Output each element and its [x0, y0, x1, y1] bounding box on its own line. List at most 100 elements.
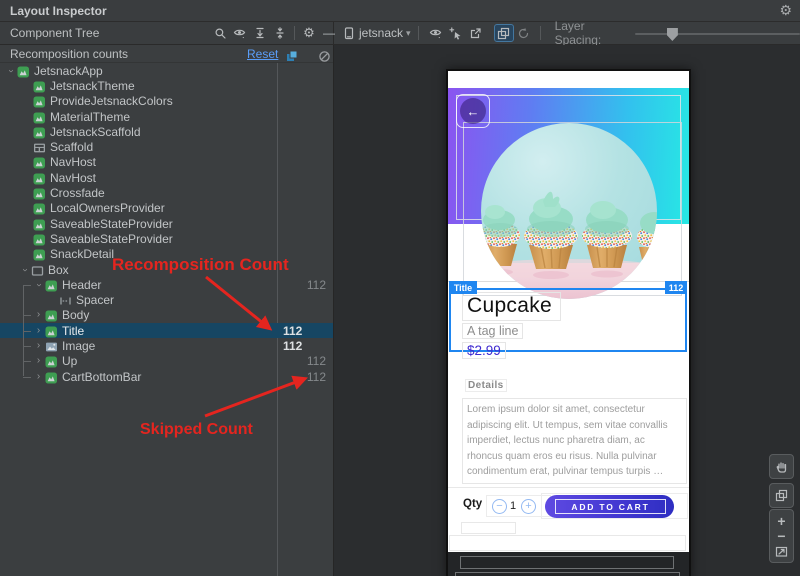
expand-all-icon[interactable]: [250, 24, 270, 42]
tree-item-jetsnacktheme[interactable]: JetsnackTheme: [0, 78, 334, 93]
skipped-count: 112: [307, 278, 326, 292]
process-selector[interactable]: jetsnack ▾: [342, 24, 411, 42]
toolbar-separator: [418, 26, 419, 40]
tree-item-cartbottombar[interactable]: ›CartBottomBar112: [0, 369, 334, 384]
tree-guide-tick: [23, 361, 31, 362]
details-label[interactable]: Details: [465, 379, 507, 392]
chevron-right-icon[interactable]: ›: [32, 310, 45, 320]
tree-item-title[interactable]: ›Title112: [0, 323, 334, 338]
spacer-icon: [59, 294, 72, 306]
tree-item-label: Body: [62, 308, 89, 322]
layout-bound: [455, 572, 680, 576]
chevron-down-icon: ▾: [406, 28, 411, 39]
device-screenshot[interactable]: ← Title 112 Cupcake A tag line $2.99 Det…: [446, 69, 691, 576]
tree-item-spacer[interactable]: Spacer: [0, 292, 334, 307]
tree-item-jetsnackapp[interactable]: ›JetsnackApp: [0, 63, 334, 78]
tree-item-materialtheme[interactable]: MaterialTheme: [0, 109, 334, 124]
chevron-right-icon[interactable]: ›: [32, 326, 45, 336]
qty-label: Qty: [463, 498, 482, 510]
visibility-options-icon[interactable]: [426, 24, 446, 42]
compose-icon: [33, 80, 46, 92]
tree-item-localownersprovider[interactable]: LocalOwnersProvider: [0, 201, 334, 216]
tree-item-crossfade[interactable]: Crossfade: [0, 185, 334, 200]
selected-component-badge: Title: [449, 281, 477, 294]
back-arrow-icon[interactable]: ←: [460, 98, 486, 124]
qty-minus-button[interactable]: −: [492, 499, 507, 514]
chevron-down-icon[interactable]: ›: [34, 278, 44, 291]
skipped-count: 112: [307, 354, 326, 368]
pick-component-icon[interactable]: [446, 24, 466, 42]
tree-item-jetsnackscaffold[interactable]: JetsnackScaffold: [0, 124, 334, 139]
gear-icon[interactable]: ⚙: [779, 2, 792, 19]
3d-layers-icon[interactable]: [769, 483, 794, 508]
tree-item-up[interactable]: ›Up112: [0, 354, 334, 369]
tree-item-body[interactable]: › Body: [0, 308, 334, 323]
compose-icon: [33, 187, 46, 199]
snack-price[interactable]: $2.99: [462, 342, 506, 359]
tree-item-label: Image: [62, 339, 95, 353]
details-text[interactable]: Lorem ipsum dolor sit amet, consectetur …: [462, 398, 687, 484]
tree-item-label: NavHost: [50, 171, 96, 185]
zoom-out-icon[interactable]: −: [770, 528, 793, 543]
pan-hand-icon[interactable]: [769, 454, 794, 479]
compose-icon: [33, 218, 46, 230]
tree-item-header[interactable]: ›Header112: [0, 277, 334, 292]
recomposition-count: 112: [283, 339, 302, 353]
tree-item-label: SaveableStateProvider: [50, 217, 173, 231]
tree-guide-tick: [23, 315, 31, 316]
export-snapshot-icon[interactable]: [466, 24, 486, 42]
tree-item-scaffold[interactable]: Scaffold: [0, 139, 334, 154]
recomposition-counts-header: Recomposition counts Reset: [0, 45, 333, 63]
tree-item-label: Spacer: [76, 293, 114, 307]
chevron-down-icon[interactable]: ›: [20, 263, 30, 276]
qty-plus-button[interactable]: +: [521, 499, 536, 514]
slider-handle[interactable]: [667, 28, 678, 41]
snack-tagline[interactable]: A tag line: [462, 323, 523, 339]
annotation-skipped-count: Skipped Count: [140, 421, 253, 439]
tree-item-navhost[interactable]: NavHost: [0, 170, 334, 185]
tree-guide-tick: [23, 377, 31, 378]
compose-icon: [45, 371, 58, 383]
layout-bound: [461, 522, 516, 534]
image-icon: [45, 340, 58, 352]
tree-item-saveablestateprovider[interactable]: SaveableStateProvider: [0, 231, 334, 246]
tree-item-providejetsnackcolors[interactable]: ProvideJetsnackColors: [0, 94, 334, 109]
tree-item-label: CartBottomBar: [62, 370, 141, 384]
chevron-right-icon[interactable]: ›: [32, 341, 45, 351]
chevron-down-icon[interactable]: ›: [6, 64, 16, 77]
box-icon: [31, 264, 44, 276]
device-canvas[interactable]: ← Title 112 Cupcake A tag line $2.99 Det…: [335, 45, 800, 576]
collapse-all-icon[interactable]: [270, 24, 290, 42]
reset-counts-link[interactable]: Reset: [247, 47, 278, 61]
layer-spacing-slider[interactable]: [635, 25, 800, 41]
add-to-cart-button[interactable]: ADD TO CART: [545, 495, 674, 518]
layer-spacing-label: Layer Spacing:: [555, 19, 625, 47]
tree-item-navhost[interactable]: NavHost: [0, 155, 334, 170]
settings-icon[interactable]: ⚙: [299, 24, 319, 42]
cupcake-image[interactable]: [481, 123, 657, 299]
zoom-controls: + −: [769, 509, 794, 563]
search-icon[interactable]: [210, 24, 230, 42]
tree-item-image[interactable]: › Image 112: [0, 338, 334, 353]
3d-mode-icon[interactable]: [494, 24, 514, 42]
title-bar: Layout Inspector ⚙: [0, 0, 800, 22]
visibility-options-icon[interactable]: [230, 24, 250, 42]
layout-bound: [449, 535, 686, 551]
process-toolbar: jetsnack ▾ Layer Spacing:: [334, 22, 800, 44]
tree-item-label: Scaffold: [50, 140, 93, 154]
tree-item-saveablestateprovider[interactable]: SaveableStateProvider: [0, 216, 334, 231]
component-tree: ›JetsnackAppJetsnackThemeProvideJetsnack…: [0, 63, 334, 384]
divider: [448, 487, 689, 488]
tree-guide-tick: [23, 331, 31, 332]
component-tree-panel: Recomposition counts Reset ›JetsnackAppJ…: [0, 45, 334, 576]
tree-item-label: JetsnackScaffold: [50, 125, 141, 139]
compose-icon: [45, 279, 58, 291]
chevron-right-icon[interactable]: ›: [32, 356, 45, 366]
chevron-right-icon[interactable]: ›: [32, 372, 45, 382]
compose-icon: [33, 202, 46, 214]
zoom-to-fit-icon[interactable]: [770, 544, 793, 559]
refresh-icon[interactable]: [514, 24, 534, 42]
layout-inspector-window: Layout Inspector ⚙ Component Tree ⚙ — je…: [0, 0, 800, 576]
zoom-in-icon[interactable]: +: [770, 513, 793, 528]
snack-title[interactable]: Cupcake: [462, 292, 561, 321]
